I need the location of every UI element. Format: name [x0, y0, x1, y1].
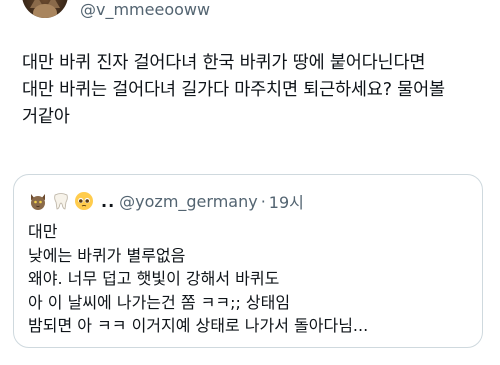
quoted-text-line: 아 이 날씨에 나가는건 쫌 ㅋㅋ;; 상태임	[28, 292, 291, 312]
quoted-text-line: 왜야. 너무 덥고 햇빛이 강해서 바퀴도	[28, 269, 280, 288]
quoted-timestamp[interactable]: 19시	[269, 189, 304, 213]
tweet-text-line: 거같아	[22, 107, 70, 127]
quoted-author-name[interactable]: ..	[101, 192, 115, 211]
tweet-text-line: 대만 바퀴는 걸어다녀 길가다 마주치면 퇴근하세요? 물어볼	[22, 80, 445, 100]
quoted-author-handle[interactable]: @yozm_germany	[119, 192, 258, 211]
quoted-tweet-header: .. @yozm_germany · 19시	[28, 189, 304, 213]
pleading-face-icon	[74, 191, 94, 211]
tweet-text-line: 대만 바퀴 진자 걸어다녀 한국 바퀴가 땅에 붙어다닌다면	[22, 53, 426, 73]
cat-icon	[28, 191, 48, 211]
tweet: @v_mmeeooww 대만 바퀴 진자 걸어다녀 한국 바퀴가 땅에 붙어다닌…	[0, 0, 500, 365]
avatar[interactable]	[22, 0, 68, 18]
quoted-tweet[interactable]: .. @yozm_germany · 19시 대만 낮에는 바퀴가 별루없음 왜…	[13, 174, 483, 348]
quoted-tweet-text: 대만 낮에는 바퀴가 별루없음 왜야. 너무 덥고 햇빛이 강해서 바퀴도 아 …	[28, 220, 368, 338]
author-handle[interactable]: @v_mmeeooww	[80, 0, 210, 20]
quoted-text-line: 낮에는 바퀴가 별루없음	[28, 245, 186, 265]
cat-face	[33, 4, 57, 18]
quoted-text-line: 대만	[28, 222, 58, 241]
tooth-icon	[51, 191, 71, 211]
quoted-text-line: 밤되면 아 ㅋㅋ 이거지예 상태로 나가서 돌아다님...	[28, 316, 369, 335]
tweet-text: 대만 바퀴 진자 걸어다녀 한국 바퀴가 땅에 붙어다닌다면 대만 바퀴는 걸어…	[22, 50, 482, 131]
header-separator: ·	[260, 191, 266, 211]
